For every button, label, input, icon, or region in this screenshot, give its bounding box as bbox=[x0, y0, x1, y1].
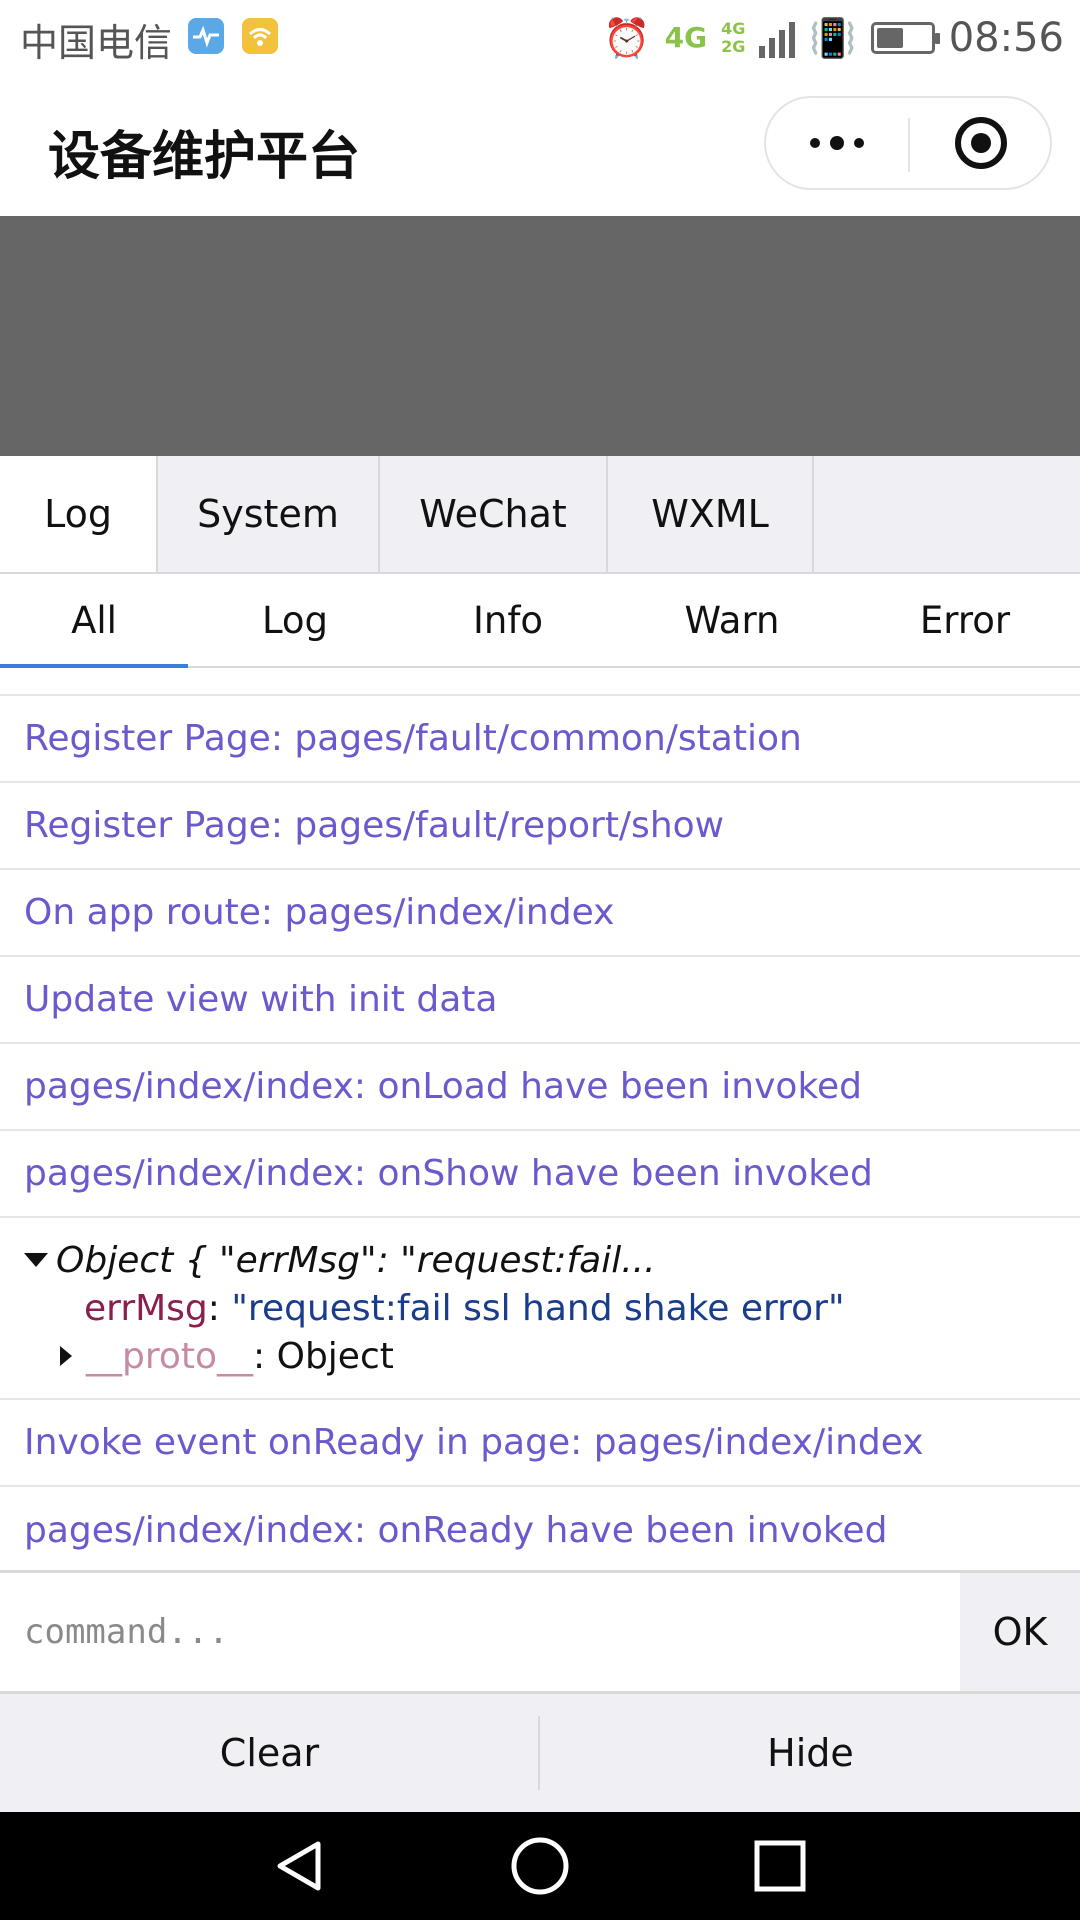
network-dual-icon: 4G 2G bbox=[721, 20, 745, 55]
health-app-icon bbox=[188, 18, 224, 54]
close-mini-program-button[interactable] bbox=[910, 98, 1052, 188]
property-key: errMsg bbox=[84, 1287, 208, 1329]
log-entry: Invoke event onReady in page: pages/inde… bbox=[0, 1400, 1080, 1487]
actions-divider bbox=[538, 1716, 540, 1790]
proto-key: __proto__ bbox=[86, 1335, 254, 1377]
filter-log[interactable]: Log bbox=[188, 574, 402, 666]
status-icons: ⏰ 4G 4G 2G 📳 08:56 bbox=[603, 8, 1064, 68]
log-filter-tabs: All Log Info Warn Error bbox=[0, 574, 1080, 668]
tab-log[interactable]: Log bbox=[0, 456, 158, 572]
log-entry: pages/index/index: onLoad have been invo… bbox=[0, 1044, 1080, 1131]
filter-info[interactable]: Info bbox=[402, 574, 614, 666]
hide-button[interactable]: Hide bbox=[541, 1694, 1080, 1812]
status-bar: 中国电信 ⏰ 4G 4G 2G 📳 08:56 bbox=[0, 0, 1080, 76]
log-list: Register Page: pages/fault/common/statio… bbox=[0, 694, 1080, 1574]
proto-line[interactable]: __proto__: Object bbox=[24, 1332, 1080, 1380]
signal-strength-icon bbox=[759, 18, 796, 58]
network-bottom-label: 2G bbox=[721, 37, 746, 56]
log-entry: On app route: pages/index/index bbox=[0, 870, 1080, 957]
network-top-label: 4G bbox=[721, 19, 746, 39]
battery-fill bbox=[876, 28, 903, 48]
object-log-entry: Object { "errMsg": "request:fail... errM… bbox=[0, 1218, 1080, 1400]
object-property-line: errMsg: "request:fail ssl hand shake err… bbox=[84, 1287, 845, 1329]
command-bar: OK bbox=[0, 1570, 1080, 1694]
collapse-triangle-icon[interactable] bbox=[24, 1253, 48, 1267]
log-entry: Update view with init data bbox=[0, 957, 1080, 1044]
object-summary-line[interactable]: Object { "errMsg": "request:fail... bbox=[24, 1236, 1080, 1284]
mini-program-capsule bbox=[764, 96, 1052, 190]
tab-wechat[interactable]: WeChat bbox=[380, 456, 608, 572]
console-actions: Clear Hide bbox=[0, 1694, 1080, 1812]
log-entry: Register Page: pages/fault/report/show bbox=[0, 783, 1080, 870]
home-icon[interactable] bbox=[508, 1834, 572, 1898]
tab-system[interactable]: System bbox=[158, 456, 380, 572]
system-navigation-bar bbox=[0, 1812, 1080, 1920]
console-main-tabs: Log System WeChat WXML bbox=[0, 456, 1080, 574]
filter-error[interactable]: Error bbox=[850, 574, 1080, 666]
active-filter-underline bbox=[0, 664, 188, 668]
title-bar: 设备维护平台 bbox=[0, 76, 1080, 216]
sim-card-icon: 📳 bbox=[809, 16, 857, 60]
log-entry: Register Page: pages/fault/common/statio… bbox=[0, 696, 1080, 783]
log-entry: pages/index/index: onReady have been inv… bbox=[24, 1510, 888, 1551]
tab-wxml[interactable]: WXML bbox=[608, 456, 814, 572]
filter-all[interactable]: All bbox=[0, 574, 188, 666]
property-value: "request:fail ssl hand shake error" bbox=[231, 1287, 845, 1329]
more-options-button[interactable] bbox=[766, 98, 908, 188]
filter-warn[interactable]: Warn bbox=[614, 574, 850, 666]
page-title: 设备维护平台 bbox=[48, 127, 361, 187]
carrier-name: 中国电信 bbox=[20, 21, 173, 65]
wifi-hotspot-icon bbox=[242, 18, 278, 54]
battery-icon bbox=[870, 22, 940, 54]
clock-time: 08:56 bbox=[948, 15, 1064, 61]
ok-button[interactable]: OK bbox=[960, 1573, 1080, 1691]
object-summary: Object { "errMsg": "request:fail... bbox=[56, 1239, 656, 1281]
back-icon[interactable] bbox=[268, 1834, 332, 1898]
target-icon bbox=[955, 117, 1007, 169]
alarm-icon: ⏰ bbox=[603, 16, 651, 60]
page-content-mask bbox=[0, 216, 1080, 456]
network-4g-icon: 4G bbox=[664, 21, 708, 54]
command-input[interactable] bbox=[0, 1573, 960, 1691]
recents-icon[interactable] bbox=[748, 1834, 812, 1898]
expand-triangle-icon[interactable] bbox=[60, 1346, 72, 1366]
proto-value: Object bbox=[276, 1335, 394, 1377]
log-entry: pages/index/index: onShow have been invo… bbox=[0, 1131, 1080, 1218]
clear-button[interactable]: Clear bbox=[0, 1694, 539, 1812]
